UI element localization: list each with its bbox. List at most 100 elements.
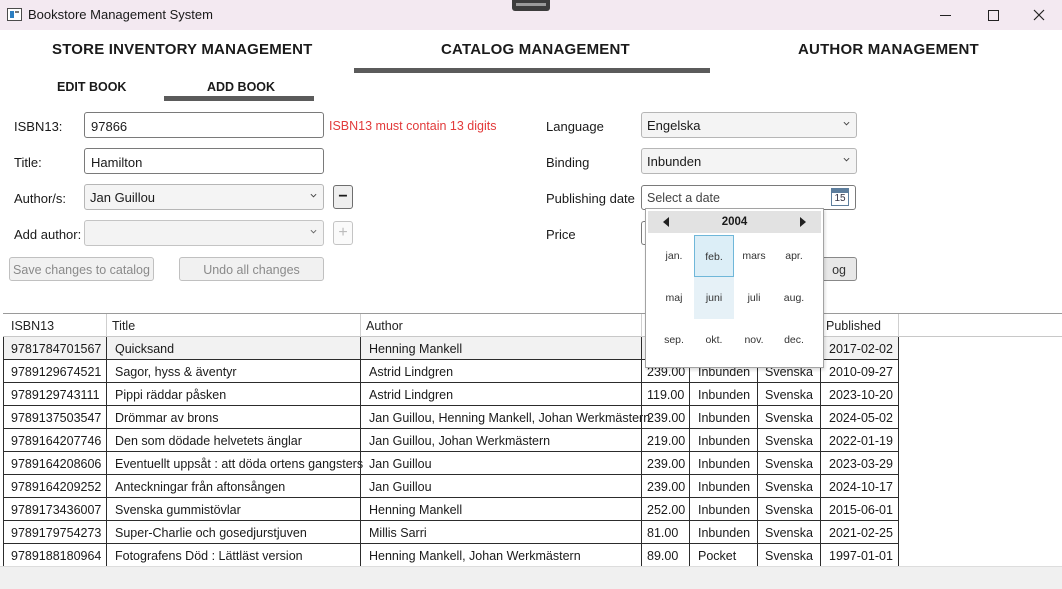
cell-author: Jan Guillou xyxy=(369,480,432,494)
calendar-month[interactable]: juli xyxy=(734,277,774,319)
cell-title: Super-Charlie och gosedjurstjuven xyxy=(115,526,307,540)
table-row[interactable]: 9789164209252 Anteckningar från aftonsång… xyxy=(3,475,899,498)
calendar-month[interactable]: juni xyxy=(694,277,734,319)
table-row[interactable]: 9789164208606 Eventuellt uppsåt : att död… xyxy=(3,452,899,475)
cell-published: 2023-03-29 xyxy=(829,457,893,471)
cell-author: Henning Mankell, Johan Werkmästern xyxy=(369,549,581,563)
grid-line xyxy=(360,337,361,569)
table-row[interactable]: 9789137503547 Drömmar av brons Jan Guillou… xyxy=(3,406,899,429)
add-author-select[interactable] xyxy=(84,220,324,246)
calendar-month[interactable]: mars xyxy=(734,235,774,277)
column-header-isbn[interactable]: ISBN13 xyxy=(11,319,54,333)
chevron-down-icon xyxy=(310,193,317,198)
tab-edit-book[interactable]: EDIT BOOK xyxy=(57,80,126,94)
publishing-date-label: Publishing date xyxy=(546,191,635,206)
calendar-month[interactable]: maj xyxy=(654,277,694,319)
calendar-month[interactable]: aug. xyxy=(774,277,814,319)
calendar-month[interactable]: feb. xyxy=(694,235,734,277)
title-input[interactable]: Hamilton xyxy=(84,148,324,174)
cell-title: Drömmar av brons xyxy=(115,411,219,425)
publishing-date-picker[interactable]: Select a date 15 xyxy=(641,185,856,210)
cell-price: 219.00 xyxy=(647,434,686,448)
cell-price: 119.00 xyxy=(647,388,685,402)
date-picker-calendar[interactable]: 2004 jan. feb. mars apr. maj juni juli aug. sep.… xyxy=(645,208,824,368)
calendar-month[interactable]: nov. xyxy=(734,319,774,361)
cell-isbn: 9789179754273 xyxy=(11,526,102,540)
cell-published: 2024-05-02 xyxy=(829,411,893,425)
cell-published: 2024-10-17 xyxy=(829,480,893,494)
cell-author: Millis Sarri xyxy=(369,526,427,540)
authors-select[interactable]: Jan Guillou xyxy=(84,184,324,210)
calendar-month[interactable]: sep. xyxy=(654,319,694,361)
close-button[interactable] xyxy=(1016,0,1062,30)
cell-author: Jan Guillou, Johan Werkmästern xyxy=(369,434,551,448)
remove-author-button[interactable]: − xyxy=(333,185,353,209)
calendar-month[interactable]: apr. xyxy=(774,235,814,277)
cell-binding: Inbunden xyxy=(698,503,751,517)
cell-isbn: 9789164207746 xyxy=(11,434,102,448)
isbn-input[interactable]: 97866 xyxy=(84,112,324,138)
cell-isbn: 9789173436007 xyxy=(11,503,102,517)
calendar-month[interactable]: okt. xyxy=(694,319,734,361)
grid-line xyxy=(3,337,4,569)
add-author-button[interactable]: + xyxy=(333,221,353,245)
grid-line xyxy=(820,337,821,569)
isbn-error-message: ISBN13 must contain 13 digits xyxy=(329,119,497,133)
cell-author: Astrid Lindgren xyxy=(369,365,454,379)
next-year-icon[interactable] xyxy=(800,217,806,227)
table-row[interactable]: 9789129743111 Pippi räddar påsken Astrid L… xyxy=(3,383,899,406)
chevron-down-icon xyxy=(843,121,850,126)
save-changes-button[interactable]: Save changes to catalog xyxy=(9,257,154,281)
grid-line xyxy=(898,337,899,569)
cell-language: Svenska xyxy=(765,411,813,425)
cell-isbn: 9789129743111 xyxy=(11,388,100,402)
column-header-title[interactable]: Title xyxy=(112,319,135,333)
table-row[interactable]: 9789164207746 Den som dödade helvetets än… xyxy=(3,429,899,452)
tab-store-inventory[interactable]: STORE INVENTORY MANAGEMENT xyxy=(52,41,313,58)
table-row[interactable]: 9789188180964 Fotografens Död : Lättläst … xyxy=(3,544,899,567)
language-select[interactable]: Engelska xyxy=(641,112,857,138)
app-icon xyxy=(7,8,22,21)
cell-price: 239.00 xyxy=(647,457,686,471)
calendar-month[interactable]: dec. xyxy=(774,319,814,361)
cell-author: Astrid Lindgren xyxy=(369,388,454,402)
cell-price: 239.00 xyxy=(647,411,686,425)
column-header-author[interactable]: Author xyxy=(366,319,403,333)
authors-label: Author/s: xyxy=(14,191,67,206)
cell-published: 2021-02-25 xyxy=(829,526,893,540)
drag-handle-icon[interactable] xyxy=(512,0,550,11)
column-separator[interactable] xyxy=(641,314,642,337)
calendar-icon[interactable]: 15 xyxy=(831,188,849,206)
binding-select[interactable]: Inbunden xyxy=(641,148,857,174)
books-table[interactable]: ISBN13 Title Author Published 9781784701… xyxy=(3,313,1062,569)
tab-catalog-management[interactable]: CATALOG MANAGEMENT xyxy=(441,41,630,58)
cell-title: Anteckningar från aftonsången xyxy=(115,480,286,494)
cell-isbn: 9781784701567 xyxy=(11,342,102,356)
cell-title: Svenska gummistövlar xyxy=(115,503,241,517)
column-separator[interactable] xyxy=(898,314,899,337)
column-header-published[interactable]: Published xyxy=(826,319,881,333)
minimize-icon xyxy=(939,14,951,16)
cell-isbn: 9789164209252 xyxy=(11,480,102,494)
binding-select-value: Inbunden xyxy=(647,154,702,169)
column-separator[interactable] xyxy=(360,314,361,337)
cell-price: 252.00 xyxy=(647,503,686,517)
cell-isbn: 9789164208606 xyxy=(11,457,102,471)
add-author-label: Add author: xyxy=(14,227,82,242)
calendar-month[interactable]: jan. xyxy=(654,235,694,277)
cell-price: 81.00 xyxy=(647,526,679,540)
tab-author-management[interactable]: AUTHOR MANAGEMENT xyxy=(798,41,979,58)
cell-author: Jan Guillou, Henning Mankell, Johan Werk… xyxy=(369,411,651,425)
column-separator[interactable] xyxy=(106,314,107,337)
table-row[interactable]: 9789179754273 Super-Charlie och gosedjurs… xyxy=(3,521,899,544)
grid-line xyxy=(689,337,690,569)
cell-price: 239.00 xyxy=(647,480,686,494)
maximize-button[interactable] xyxy=(970,0,1016,30)
undo-changes-button[interactable]: Undo all changes xyxy=(179,257,324,281)
table-row[interactable]: 9789173436007 Svenska gummistövlar Henning… xyxy=(3,498,899,521)
tab-add-book[interactable]: ADD BOOK xyxy=(207,80,275,94)
cell-language: Svenska xyxy=(765,457,813,471)
cell-language: Svenska xyxy=(765,434,813,448)
minimize-button[interactable] xyxy=(922,0,968,30)
calendar-year[interactable]: 2004 xyxy=(648,216,821,228)
